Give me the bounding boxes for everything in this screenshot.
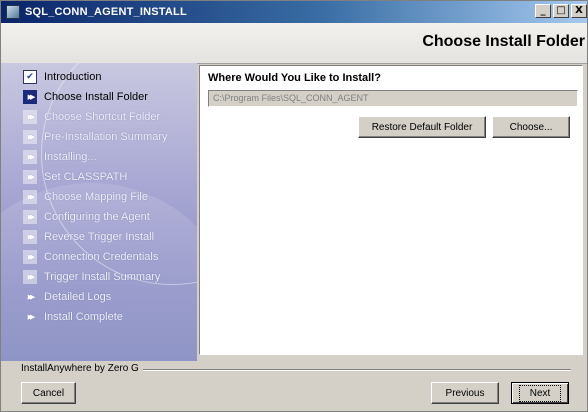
check-icon: ✔ — [23, 70, 37, 84]
step-item: ▶▶ Choose Shortcut Folder — [23, 107, 168, 127]
step-header: Choose Install Folder — [1, 23, 587, 64]
step-item: ▶▶ Choose Mapping File — [23, 187, 168, 207]
step-item: ▶▶ Pre-Installation Summary — [23, 127, 168, 147]
double-arrow-icon: ▶▶ — [23, 270, 37, 284]
step-label: Reverse Trigger Install — [44, 231, 155, 243]
close-button[interactable]: X — [571, 4, 587, 18]
minimize-button[interactable]: _ — [535, 4, 551, 18]
steps-sidebar: ✔ Introduction ▶▶ Choose Install Folder ▶▶ Ch… — [1, 63, 197, 361]
double-arrow-icon: ▶▶ — [23, 250, 37, 264]
install-question: Where Would You Like to Install? — [208, 72, 381, 84]
vendor-label: InstallAnywhere by Zero G — [21, 363, 143, 374]
step-label: Installing... — [44, 151, 97, 163]
step-label: Choose Mapping File — [44, 191, 148, 203]
step-item: ▶▶ Connection Credentials — [23, 247, 168, 267]
step-label: Install Complete — [44, 311, 123, 323]
step-label: Set CLASSPATH — [44, 171, 128, 183]
step-item: ▶▶ Reverse Trigger Install — [23, 227, 168, 247]
double-arrow-icon: ▶▶ — [27, 293, 36, 301]
previous-button[interactable]: Previous — [431, 382, 499, 404]
next-button[interactable]: Next — [511, 382, 569, 404]
step-label: Detailed Logs — [44, 291, 112, 303]
step-item: ▶▶ Trigger Install Summary — [23, 267, 168, 287]
double-arrow-icon: ▶▶ — [23, 130, 37, 144]
step-label: Connection Credentials — [44, 251, 159, 263]
restore-default-folder-button[interactable]: Restore Default Folder — [358, 116, 486, 138]
step-label: Choose Install Folder — [44, 91, 148, 103]
steps-list: ✔ Introduction ▶▶ Choose Install Folder ▶▶ Ch… — [23, 67, 168, 327]
install-folder-panel: Where Would You Like to Install? C:\Prog… — [199, 65, 583, 355]
step-label: Choose Shortcut Folder — [44, 111, 161, 123]
next-button-label: Next — [518, 384, 562, 402]
double-arrow-icon: ▶▶ — [23, 170, 37, 184]
step-item: ▶▶ Set CLASSPATH — [23, 167, 168, 187]
install-path-field[interactable]: C:\Program Files\SQL_CONN_AGENT — [208, 90, 578, 107]
step-item: ▶▶ Install Complete — [23, 307, 168, 327]
window-title: SQL_CONN_AGENT_INSTALL — [25, 6, 187, 18]
double-arrow-icon: ▶▶ — [23, 190, 37, 204]
double-arrow-icon: ▶▶ — [27, 313, 36, 321]
double-arrow-icon: ▶▶ — [23, 90, 37, 104]
choose-folder-button[interactable]: Choose... — [492, 116, 570, 138]
window-controls: _ □ X — [535, 4, 587, 18]
step-item: ✔ Introduction — [23, 67, 168, 87]
step-item: ▶▶ Detailed Logs — [23, 287, 168, 307]
page-title: Choose Install Folder — [422, 33, 585, 50]
step-label: Configuring the Agent — [44, 211, 150, 223]
main-content: Where Would You Like to Install? C:\Prog… — [197, 63, 587, 361]
double-arrow-icon: ▶▶ — [23, 210, 37, 224]
double-arrow-icon: ▶▶ — [23, 110, 37, 124]
cancel-button[interactable]: Cancel — [21, 382, 76, 404]
installer-window: SQL_CONN_AGENT_INSTALL _ □ X Choose Inst… — [0, 0, 588, 412]
double-arrow-icon: ▶▶ — [23, 230, 37, 244]
step-label: Introduction — [44, 71, 102, 83]
step-item: ▶▶ Configuring the Agent — [23, 207, 168, 227]
step-label: Trigger Install Summary — [44, 271, 161, 283]
maximize-button[interactable]: □ — [553, 4, 569, 18]
title-bar[interactable]: SQL_CONN_AGENT_INSTALL _ □ X — [1, 1, 587, 23]
step-label: Pre-Installation Summary — [44, 131, 168, 143]
double-arrow-icon: ▶▶ — [23, 150, 37, 164]
step-item: ▶▶ Installing... — [23, 147, 168, 167]
app-icon — [6, 5, 20, 19]
step-item: ▶▶ Choose Install Folder — [23, 87, 168, 107]
